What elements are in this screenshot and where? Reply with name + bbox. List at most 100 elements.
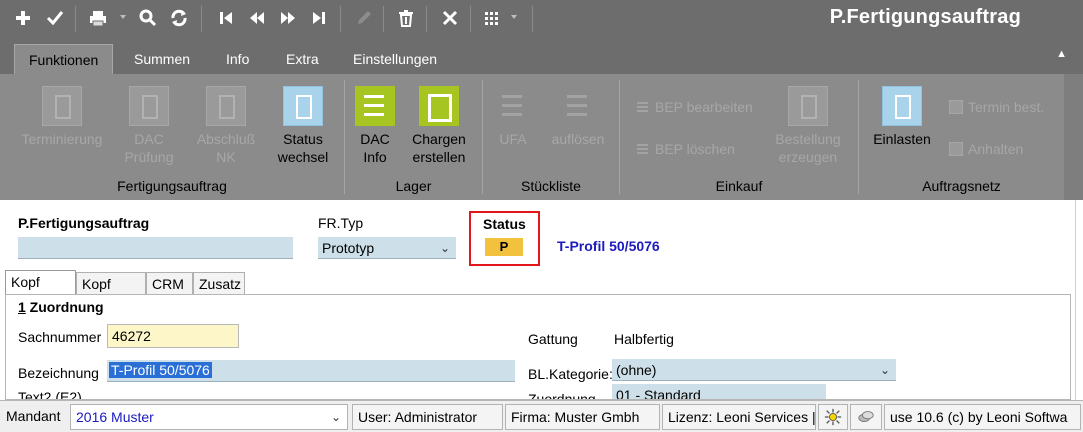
abschluss-nk-button[interactable]: Abschluß NK xyxy=(193,86,259,166)
ufa-label: UFA xyxy=(499,131,527,147)
toolbar-separator xyxy=(470,6,471,32)
section-title-text: Zuordnung xyxy=(25,299,104,315)
bl-kategorie-value: (ohne) xyxy=(616,362,657,378)
status-highlight: Status P xyxy=(469,211,540,266)
previous-record-icon[interactable] xyxy=(247,7,267,29)
einlasten-button[interactable]: Einlasten xyxy=(869,86,935,148)
abschluss-icon xyxy=(206,86,246,126)
main-toolbar: P.Fertigungsauftrag xyxy=(0,0,1083,40)
group-label-stueckliste: Stückliste xyxy=(521,178,581,194)
content-scrollbar[interactable] xyxy=(1075,200,1083,400)
refresh-icon[interactable] xyxy=(169,7,189,29)
anhalten-button[interactable]: Anhalten xyxy=(949,141,1023,157)
app-title: P.Fertigungsauftrag xyxy=(829,6,1021,28)
status-bar: Mandant 2016 Muster ⌄ User: Administrato… xyxy=(0,400,1083,432)
status-badge: P xyxy=(485,238,523,256)
bl-kategorie-select[interactable]: (ohne) ⌄ xyxy=(612,359,896,381)
zuordnung-next-select[interactable]: 01 - Standard xyxy=(612,384,826,399)
first-record-icon[interactable] xyxy=(216,7,236,29)
tab-summen[interactable]: Summen xyxy=(120,44,204,74)
dac-info-label-1: DAC xyxy=(360,131,390,147)
chargen-erstellen-button[interactable]: Chargen erstellen xyxy=(405,86,473,166)
group-label-auftragsnetz: Auftragsnetz xyxy=(922,178,1001,194)
status-wechsel-label-2: wechsel xyxy=(277,149,329,165)
bestellung-erzeugen-button[interactable]: Bestellung erzeugen xyxy=(768,86,848,166)
status-wechsel-button[interactable]: Status wechsel xyxy=(272,86,334,166)
article-title: T-Profil 50/5076 xyxy=(557,238,660,254)
chevron-down-icon: ⌄ xyxy=(879,363,890,377)
ufa-button[interactable]: UFA xyxy=(493,86,533,148)
mandant-select[interactable]: 2016 Muster ⌄ xyxy=(70,404,348,430)
close-icon[interactable] xyxy=(440,7,460,29)
bep-bearbeiten-button[interactable]: BEP bearbeiten xyxy=(636,99,753,115)
toolbar-separator xyxy=(75,6,76,32)
dac-info-button[interactable]: DAC Info xyxy=(353,86,397,166)
bep-loeschen-button[interactable]: BEP löschen xyxy=(636,141,735,157)
bep-loeschen-icon xyxy=(636,142,650,156)
termin-best-button[interactable]: Termin best. xyxy=(949,99,1044,115)
ribbon-scrollbar[interactable] xyxy=(1064,74,1083,200)
ribbon-panel: Terminierung DAC Prüfung Abschluß NK Sta… xyxy=(0,74,1064,200)
last-record-icon[interactable] xyxy=(309,7,329,29)
chargen-label-1: Chargen xyxy=(412,131,466,147)
grid-dropdown-caret[interactable] xyxy=(511,15,517,19)
edit-pencil-icon[interactable] xyxy=(354,7,374,29)
anhalten-icon xyxy=(949,142,963,156)
status-wechsel-label-1: Status xyxy=(283,131,323,147)
dac-info-icon xyxy=(355,86,395,126)
aufloesen-icon xyxy=(558,86,598,126)
network-icon[interactable] xyxy=(850,404,882,430)
bestellung-label-2: erzeugen xyxy=(778,149,838,165)
text2-label: Text2 (E2) xyxy=(18,389,82,400)
version-info: use 10.6 (c) by Leoni Softwa xyxy=(884,404,1081,430)
group-label-einkauf: Einkauf xyxy=(715,178,763,194)
tab-funktionen[interactable]: Funktionen xyxy=(14,44,114,74)
aufloesen-button[interactable]: auflösen xyxy=(547,86,609,148)
toolbar-separator xyxy=(426,6,427,32)
print-dropdown-caret[interactable] xyxy=(120,15,126,19)
group-label-fertigungsauftrag: Fertigungsauftrag xyxy=(117,178,227,194)
next-record-icon[interactable] xyxy=(278,7,298,29)
tab-kopf-teil1[interactable]: Kopf Teil1 xyxy=(5,270,76,312)
section-title-zuordnung: 1 Zuordnung xyxy=(18,299,104,315)
tab-crm[interactable]: CRM xyxy=(146,272,193,294)
dac-pruefung-label-2: Prüfung xyxy=(124,149,174,165)
chevron-down-icon: ⌄ xyxy=(439,241,450,255)
pfa-input[interactable] xyxy=(18,237,293,259)
tab-zusatz[interactable]: Zusatz xyxy=(193,272,245,294)
trash-icon[interactable] xyxy=(396,7,416,29)
sachnummer-input[interactable]: 46272 xyxy=(107,324,239,348)
bezeichnung-selected-text: T-Profil 50/5076 xyxy=(109,362,212,378)
group-einkauf: BEP bearbeiten BEP löschen Bestellung er… xyxy=(620,74,858,200)
chargen-label-2: erstellen xyxy=(412,149,466,165)
grid-icon[interactable] xyxy=(482,7,502,29)
bezeichnung-input[interactable]: T-Profil 50/5076 xyxy=(107,360,515,382)
tab-info[interactable]: Info xyxy=(212,44,263,74)
terminierung-icon xyxy=(42,86,82,126)
anhalten-label: Anhalten xyxy=(968,141,1024,157)
group-stueckliste: UFA auflösen Stückliste xyxy=(483,74,619,200)
gattung-value: Halbfertig xyxy=(614,331,674,347)
tab-einstellungen[interactable]: Einstellungen xyxy=(339,44,451,74)
print-icon[interactable] xyxy=(88,7,108,29)
section-number: 1 xyxy=(18,299,26,315)
zuordnung-next-label: Zuordnung xyxy=(528,391,596,400)
bl-kategorie-label: BL.Kategorie: xyxy=(528,366,613,382)
search-icon[interactable] xyxy=(138,7,158,29)
plus-icon[interactable] xyxy=(13,7,33,29)
fr-typ-select[interactable]: Prototyp ⌄ xyxy=(318,237,456,259)
terminierung-button[interactable]: Terminierung xyxy=(14,86,110,148)
termin-best-icon xyxy=(949,100,963,114)
tab-kopf-teil2[interactable]: Kopf Teil2 xyxy=(76,272,146,314)
einlasten-icon xyxy=(882,86,922,126)
collapse-ribbon-icon[interactable]: ▲ xyxy=(1056,48,1067,60)
pfa-label: P.Fertigungsauftrag xyxy=(18,215,150,231)
terminierung-label: Terminierung xyxy=(21,131,103,147)
dac-pruefung-button[interactable]: DAC Prüfung xyxy=(119,86,179,166)
kopf-teil1-panel: 1 Zuordnung Sachnummer 46272 Bezeichnung… xyxy=(5,294,1071,400)
tab-extra[interactable]: Extra xyxy=(272,44,333,74)
sun-icon[interactable] xyxy=(818,404,848,430)
check-icon[interactable] xyxy=(45,7,65,29)
fr-typ-value: Prototyp xyxy=(322,240,375,256)
ufa-icon xyxy=(493,86,533,126)
